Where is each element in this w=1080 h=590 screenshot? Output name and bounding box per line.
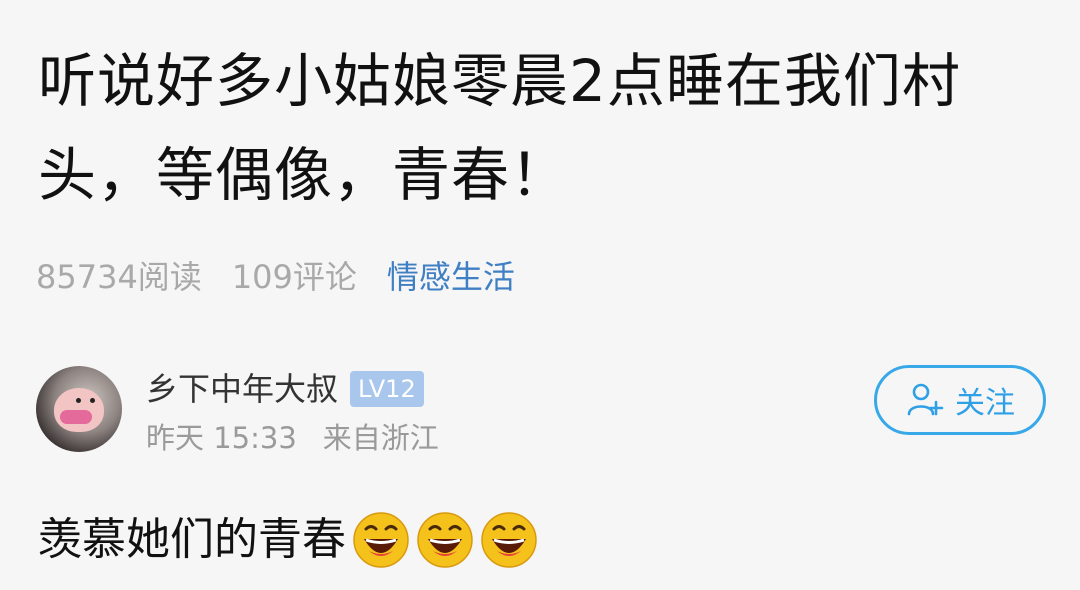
- laughing-emoji-icon: [480, 511, 538, 569]
- follow-label: 关注: [955, 386, 1015, 421]
- pig-eye-icon: [76, 398, 81, 403]
- pig-eye-icon: [90, 398, 95, 403]
- post-location: 来自浙江: [322, 421, 439, 455]
- avatar[interactable]: [36, 366, 122, 452]
- author-name-line: 乡下中年大叔 LV12: [146, 364, 424, 414]
- laughing-emoji-icon: [416, 511, 474, 569]
- add-user-icon: [907, 383, 944, 416]
- laughing-emoji-icon: [352, 511, 410, 569]
- level-badge: LV12: [350, 371, 424, 407]
- scarf-icon: [60, 410, 92, 424]
- follow-button[interactable]: 关注: [874, 365, 1046, 435]
- post-detail-page: 听说好多小姑娘零晨2点睡在我们村头，等偶像，青春！ 85734阅读 109评论 …: [0, 0, 1080, 590]
- read-count: 85734阅读: [36, 258, 202, 296]
- comment-count[interactable]: 109评论: [232, 252, 357, 302]
- comment: 羡慕她们的青春: [38, 508, 538, 572]
- post-meta: 85734阅读 109评论 情感生活: [36, 252, 515, 302]
- comment-text: 羡慕她们的青春: [38, 514, 346, 565]
- author-subline: 昨天 15:33 来自浙江: [146, 416, 439, 460]
- post-date: 昨天 15:33: [146, 421, 297, 455]
- author-name[interactable]: 乡下中年大叔: [146, 364, 338, 414]
- author-row: 乡下中年大叔 LV12 昨天 15:33 来自浙江 关注: [36, 362, 1046, 462]
- category-link[interactable]: 情感生活: [387, 252, 515, 302]
- post-title: 听说好多小姑娘零晨2点睡在我们村头，等偶像，青春！: [38, 47, 961, 209]
